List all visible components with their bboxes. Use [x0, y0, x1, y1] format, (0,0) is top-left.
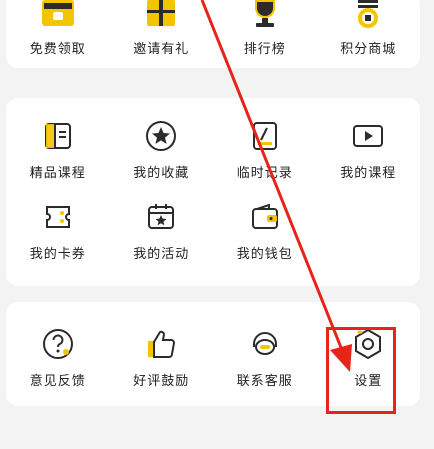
services-row-2: 我的卡券 我的活动 我的钱包 [6, 181, 420, 262]
play-button-icon [348, 116, 388, 156]
contact-service-item[interactable]: 联系客服 [213, 312, 317, 389]
my-courses-item[interactable]: 我的课程 [317, 104, 421, 181]
trophy-icon [245, 0, 285, 32]
course-book-icon [38, 116, 78, 156]
my-wallet-label: 我的钱包 [236, 247, 293, 262]
coupon-ticket-icon [38, 197, 78, 237]
my-coupons-item[interactable]: 我的卡券 [6, 185, 110, 262]
customer-service-icon [245, 324, 285, 364]
gift-box-icon [38, 0, 78, 32]
contact-service-label: 联系客服 [236, 374, 293, 389]
invite-gift-icon [141, 0, 181, 32]
services-row-1: 精品课程 我的收藏 临时记录 我的课程 [6, 98, 420, 181]
my-favorites-item[interactable]: 我的收藏 [110, 104, 214, 181]
points-mall-label: 积分商城 [340, 42, 397, 57]
temp-records-item[interactable]: 临时记录 [213, 104, 317, 181]
services-card: 精品课程 我的收藏 临时记录 我的课程 我的卡券 我的活动 我的钱包 [6, 98, 420, 286]
feedback-label: 意见反馈 [29, 374, 86, 389]
thumbs-up-icon [141, 324, 181, 364]
featured-courses-label: 精品课程 [29, 166, 86, 181]
featured-courses-item[interactable]: 精品课程 [6, 104, 110, 181]
coin-mall-icon [348, 0, 388, 32]
rate-us-label: 好评鼓励 [133, 374, 190, 389]
free-claim-item[interactable]: 免费领取 [6, 0, 110, 57]
feedback-item[interactable]: 意见反馈 [6, 312, 110, 389]
rate-us-item[interactable]: 好评鼓励 [110, 312, 214, 389]
my-activities-label: 我的活动 [133, 247, 190, 262]
my-activities-item[interactable]: 我的活动 [110, 185, 214, 262]
calendar-star-icon [141, 197, 181, 237]
free-claim-label: 免费领取 [29, 42, 86, 57]
ranking-item[interactable]: 排行榜 [213, 0, 317, 57]
tools-card: 意见反馈 好评鼓励 联系客服 设置 [6, 302, 420, 406]
my-favorites-label: 我的收藏 [133, 166, 190, 181]
my-courses-label: 我的课程 [340, 166, 397, 181]
edit-note-icon [245, 116, 285, 156]
invite-gift-label: 邀请有礼 [133, 42, 190, 57]
temp-records-label: 临时记录 [236, 166, 293, 181]
wallet-icon [245, 197, 285, 237]
settings-label: 设置 [354, 374, 383, 389]
points-mall-item[interactable]: 积分商城 [317, 0, 421, 57]
feedback-question-icon [38, 324, 78, 364]
my-wallet-item[interactable]: 我的钱包 [213, 185, 317, 262]
invite-gift-item[interactable]: 邀请有礼 [110, 0, 214, 57]
star-circle-icon [141, 116, 181, 156]
settings-item[interactable]: 设置 [317, 312, 421, 389]
settings-gear-icon [348, 324, 388, 364]
quick-access-card: 免费领取 邀请有礼 排行榜 积分商城 [6, 0, 420, 68]
my-coupons-label: 我的卡券 [29, 247, 86, 262]
ranking-label: 排行榜 [243, 42, 286, 57]
